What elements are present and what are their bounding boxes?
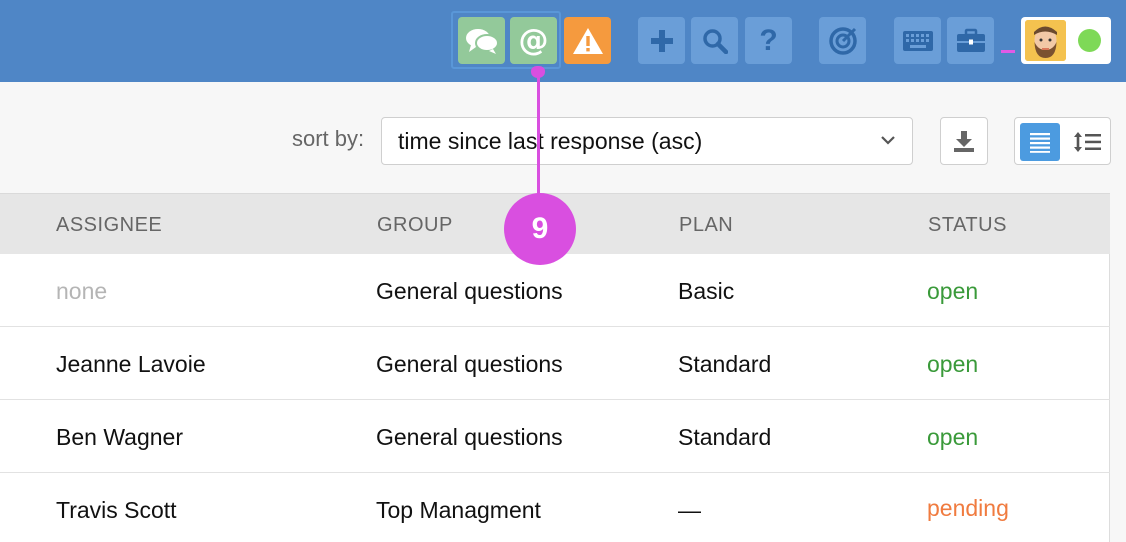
table-row[interactable]: Jeanne Lavoie General questions Standard… [0,327,1110,400]
plus-icon [650,29,673,52]
add-button[interactable] [638,17,685,64]
table-row[interactable]: Ben Wagner General questions Standard op… [0,400,1110,473]
column-header-assignee[interactable]: ASSIGNEE [56,214,162,237]
online-status-indicator [1078,29,1101,52]
sort-label: sort by: [292,126,365,151]
plan-cell: — [678,497,701,523]
line-height-icon [1074,132,1101,152]
search-button[interactable] [691,17,738,64]
sort-select[interactable]: time since last response (asc) [381,117,913,165]
list-view-button[interactable] [1020,123,1060,161]
mentions-button[interactable]: @ [510,17,557,64]
avatar [1025,20,1066,61]
plan-cell: Basic [678,278,735,304]
user-menu[interactable] [1021,17,1111,64]
view-toggle [1014,117,1111,165]
status-cell: pending [927,495,1009,521]
compact-view-button[interactable] [1069,123,1107,161]
column-header-group[interactable]: GROUP [377,214,453,237]
target-button[interactable] [819,17,866,64]
callout-pointer-tip [531,66,545,78]
callout-pointer-line [537,70,540,200]
download-icon [954,131,974,152]
table-row[interactable]: none General questions Basic open [0,254,1110,327]
workspace-button[interactable] [947,17,994,64]
plan-cell: Standard [678,424,772,450]
table-row[interactable]: Travis Scott Top Managment — pending [0,473,1110,542]
download-button[interactable] [940,117,988,165]
chats-button[interactable] [458,17,505,64]
avatar-face-icon [1025,20,1066,61]
callout-badge: 9 [504,193,576,265]
plan-cell: Standard [678,351,772,377]
help-button[interactable]: ? [745,17,792,64]
group-cell: General questions [376,278,563,304]
briefcase-icon [956,28,985,52]
group-cell: General questions [376,424,563,450]
keyboard-shortcuts-button[interactable] [894,17,941,64]
keyboard-icon [902,30,933,51]
target-icon [828,26,857,55]
column-header-status[interactable]: STATUS [928,214,1007,237]
assignee-cell: Ben Wagner [56,424,183,450]
group-cell: Top Managment [376,497,541,523]
chevron-down-icon [881,136,895,145]
status-cell: open [927,424,979,450]
status-connector [1001,50,1015,53]
top-toolbar: @ ? [0,0,1126,82]
column-header-plan[interactable]: PLAN [679,214,733,237]
sort-selected-value: time since last response (asc) [398,128,703,154]
alerts-button[interactable] [564,17,611,64]
status-cell: open [927,278,979,304]
assignee-cell: Jeanne Lavoie [56,351,206,377]
assignee-cell: Travis Scott [56,497,177,523]
search-icon [702,28,728,54]
status-cell: open [927,351,979,377]
help-icon: ? [759,23,778,57]
chat-icon [465,28,499,54]
group-cell: General questions [376,351,563,377]
at-mention-icon: @ [518,22,549,58]
assignee-cell: none [56,278,108,304]
warning-icon [572,27,603,54]
list-view-icon [1030,133,1050,153]
